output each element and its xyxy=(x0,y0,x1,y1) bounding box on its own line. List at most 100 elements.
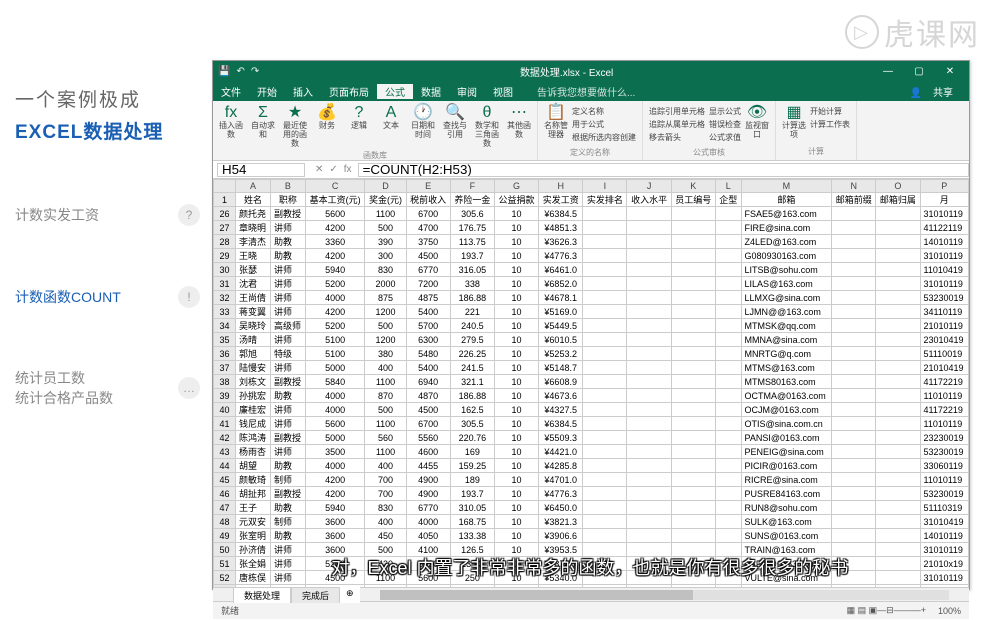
data-cell[interactable]: 4000 xyxy=(305,459,365,473)
calculate-sheet-option[interactable]: 计算工作表 xyxy=(810,119,850,130)
data-cell[interactable] xyxy=(671,291,715,305)
data-cell[interactable] xyxy=(583,207,627,221)
data-cell[interactable] xyxy=(627,263,671,277)
data-cell[interactable]: 讲师 xyxy=(270,361,305,375)
data-cell[interactable]: 7200 xyxy=(406,277,450,291)
data-cell[interactable]: 10 xyxy=(494,319,538,333)
data-cell[interactable] xyxy=(583,585,627,588)
data-cell[interactable]: 讲师 xyxy=(270,417,305,431)
data-cell[interactable]: 4500 xyxy=(406,403,450,417)
data-cell[interactable]: 4200 xyxy=(305,221,365,235)
data-cell[interactable]: 53230019 xyxy=(920,291,969,305)
data-cell[interactable]: 1100 xyxy=(365,417,406,431)
data-cell[interactable]: 10 xyxy=(494,375,538,389)
data-cell[interactable] xyxy=(715,249,741,263)
data-cell[interactable]: 4000 xyxy=(305,403,365,417)
data-cell[interactable]: 400 xyxy=(365,361,406,375)
data-cell[interactable] xyxy=(627,501,671,515)
header-cell[interactable]: 税前收入 xyxy=(406,193,450,207)
data-cell[interactable]: PANSI@0163.com xyxy=(741,431,832,445)
data-cell[interactable]: 陈汉明 xyxy=(236,585,271,588)
data-cell[interactable]: 章晓明 xyxy=(236,221,271,235)
data-cell[interactable]: 1100 xyxy=(365,445,406,459)
data-cell[interactable] xyxy=(832,333,876,347)
data-cell[interactable]: PUSRE84163.com xyxy=(741,487,832,501)
data-cell[interactable]: 6600 xyxy=(406,585,450,588)
data-cell[interactable]: ¥4285.8 xyxy=(539,459,583,473)
data-cell[interactable] xyxy=(627,473,671,487)
data-cell[interactable]: 10 xyxy=(494,263,538,277)
data-cell[interactable]: ¥5449.5 xyxy=(539,319,583,333)
data-cell[interactable]: 4455 xyxy=(406,459,450,473)
trace-dependents-option[interactable]: 追踪从属单元格 xyxy=(649,119,705,130)
data-cell[interactable] xyxy=(715,361,741,375)
data-cell[interactable]: 10 xyxy=(494,361,538,375)
header-cell[interactable]: 实发排名 xyxy=(583,193,627,207)
header-cell[interactable]: 收入水平 xyxy=(627,193,671,207)
data-cell[interactable] xyxy=(715,431,741,445)
data-cell[interactable]: 3600 xyxy=(305,515,365,529)
data-cell[interactable]: ¥3821.3 xyxy=(539,515,583,529)
data-cell[interactable] xyxy=(671,403,715,417)
data-cell[interactable]: 159.25 xyxy=(450,459,494,473)
data-cell[interactable]: 10 xyxy=(494,291,538,305)
column-header[interactable]: B xyxy=(270,180,305,193)
data-cell[interactable] xyxy=(876,459,920,473)
data-cell[interactable]: 沈君 xyxy=(236,277,271,291)
data-cell[interactable] xyxy=(876,277,920,291)
column-header[interactable]: P xyxy=(920,180,969,193)
data-cell[interactable]: 副教授 xyxy=(270,431,305,445)
math-trig-button[interactable]: θ数学和三角函数 xyxy=(473,104,501,148)
data-cell[interactable]: FIRE@sina.com xyxy=(741,221,832,235)
view-buttons[interactable]: ▦ ▤ ▣ xyxy=(847,605,878,616)
data-cell[interactable] xyxy=(627,291,671,305)
data-cell[interactable] xyxy=(583,291,627,305)
data-cell[interactable]: 700 xyxy=(365,473,406,487)
data-cell[interactable]: 王晓 xyxy=(236,249,271,263)
header-cell[interactable]: 邮箱归属 xyxy=(876,193,920,207)
data-cell[interactable] xyxy=(715,459,741,473)
data-cell[interactable] xyxy=(627,515,671,529)
data-cell[interactable]: ¥4327.5 xyxy=(539,403,583,417)
data-cell[interactable]: 10 xyxy=(494,305,538,319)
data-cell[interactable]: 500 xyxy=(365,319,406,333)
data-cell[interactable]: 41172219 xyxy=(920,375,969,389)
data-cell[interactable]: 11010419 xyxy=(920,263,969,277)
recent-functions-button[interactable]: ★最近使用的函数 xyxy=(281,104,309,148)
data-cell[interactable] xyxy=(876,501,920,515)
data-cell[interactable]: ¥6852.0 xyxy=(539,277,583,291)
data-cell[interactable] xyxy=(671,431,715,445)
data-cell[interactable]: 2000 xyxy=(365,277,406,291)
data-cell[interactable] xyxy=(627,585,671,588)
data-cell[interactable] xyxy=(627,333,671,347)
data-cell[interactable] xyxy=(583,529,627,543)
data-cell[interactable]: 240.5 xyxy=(450,319,494,333)
tab-layout[interactable]: 页面布局 xyxy=(321,84,377,99)
data-cell[interactable]: 5700 xyxy=(406,319,450,333)
data-cell[interactable] xyxy=(832,375,876,389)
data-cell[interactable]: 陈鸿涛 xyxy=(236,431,271,445)
data-cell[interactable]: 10 xyxy=(494,235,538,249)
data-cell[interactable] xyxy=(715,305,741,319)
data-cell[interactable] xyxy=(832,389,876,403)
data-cell[interactable] xyxy=(715,473,741,487)
data-cell[interactable]: 讲师 xyxy=(270,291,305,305)
data-cell[interactable] xyxy=(715,417,741,431)
tab-data[interactable]: 数据 xyxy=(413,84,449,99)
data-cell[interactable]: OTIS@sina.com.cn xyxy=(741,417,832,431)
data-cell[interactable] xyxy=(832,319,876,333)
data-cell[interactable]: 蒋变翼 xyxy=(236,305,271,319)
data-cell[interactable]: 5480 xyxy=(406,347,450,361)
data-cell[interactable]: ¥5509.3 xyxy=(539,431,583,445)
data-cell[interactable] xyxy=(832,403,876,417)
data-cell[interactable] xyxy=(671,417,715,431)
data-cell[interactable]: 助教 xyxy=(270,459,305,473)
logical-button[interactable]: ?逻辑 xyxy=(345,104,373,148)
data-cell[interactable] xyxy=(832,459,876,473)
data-cell[interactable]: 10 xyxy=(494,417,538,431)
spreadsheet-grid[interactable]: ABCDEFGHIJKLMNOP1姓名职称基本工资(元)奖金(元)税前收入养险一… xyxy=(213,179,969,587)
data-cell[interactable] xyxy=(741,585,832,588)
data-cell[interactable] xyxy=(715,515,741,529)
header-cell[interactable]: 公益捐款 xyxy=(494,193,538,207)
data-cell[interactable]: 5560 xyxy=(406,431,450,445)
